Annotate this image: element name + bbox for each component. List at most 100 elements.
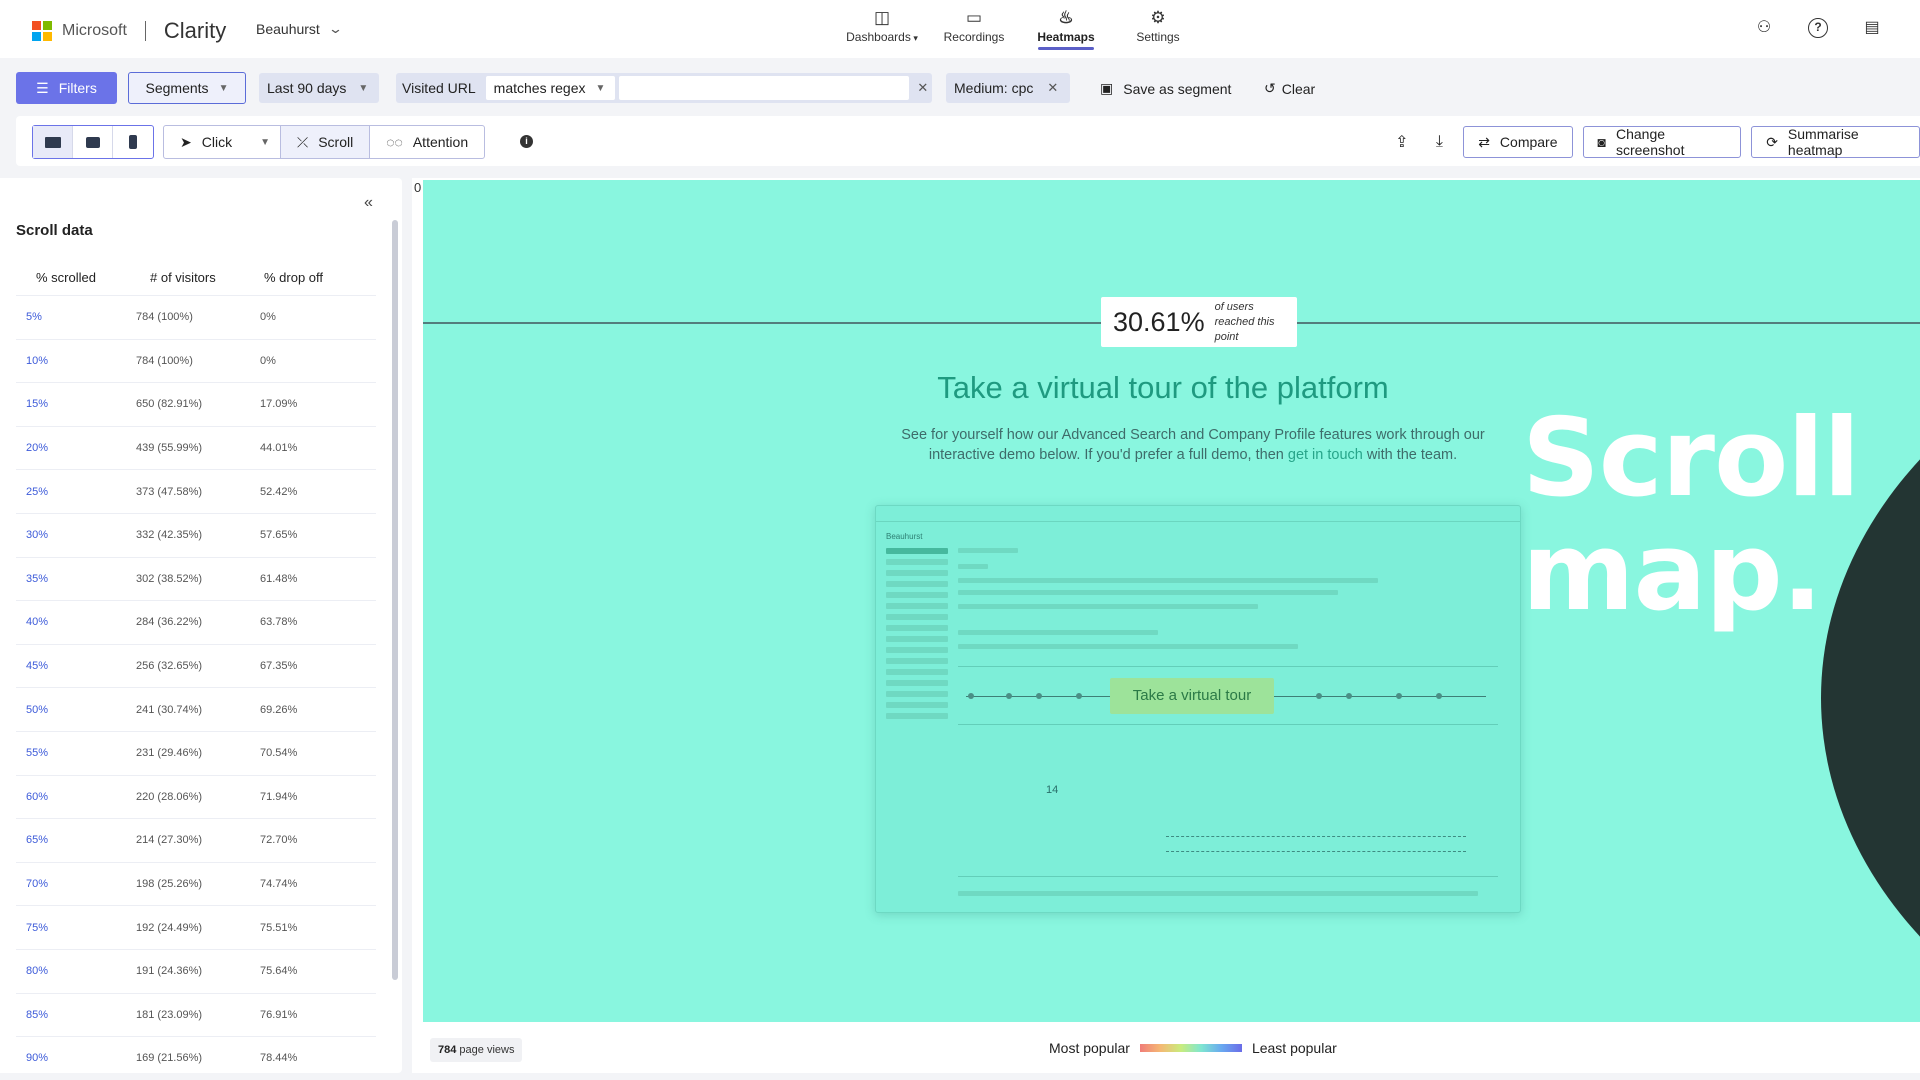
table-row: 15% 650 (82.91%) 17.09% <box>16 383 376 427</box>
active-tab-indicator <box>1038 47 1094 50</box>
page-subtext: See for yourself how our Advanced Search… <box>873 425 1513 465</box>
chevron-down-icon: ▼ <box>218 82 229 94</box>
scroll-mode-button[interactable]: ⤫ Scroll <box>280 126 371 158</box>
cell-dropoff: 57.65% <box>260 529 298 542</box>
help-icon[interactable]: ? <box>1808 18 1828 38</box>
cell-dropoff: 75.64% <box>260 965 298 978</box>
tablet-device-button[interactable] <box>73 126 113 158</box>
nav-recordings[interactable]: ▭ Recordings <box>928 8 1020 50</box>
nav-settings[interactable]: ⚙ Settings <box>1112 8 1204 50</box>
close-icon[interactable]: ✕ <box>917 80 928 96</box>
account-settings-icon[interactable]: ⚇ <box>1754 18 1774 38</box>
click-mode-label: Click <box>201 134 233 150</box>
main-nav: ◫ Dashboards ▾ ▭ Recordings ♨ Heatmaps ⚙… <box>836 8 1204 50</box>
legend-most: Most popular <box>1049 1040 1130 1056</box>
cell-dropoff: 52.42% <box>260 485 298 498</box>
segments-button[interactable]: Segments ▼ <box>128 72 246 104</box>
cell-scrolled[interactable]: 25% <box>16 486 136 498</box>
header-dropoff[interactable]: % drop off <box>260 270 376 285</box>
table-row: 80% 191 (24.36%) 75.64% <box>16 950 376 994</box>
table-row: 40% 284 (36.22%) 63.78% <box>16 601 376 645</box>
cell-dropoff: 67.35% <box>260 660 298 673</box>
get-in-touch-link[interactable]: get in touch <box>1288 447 1363 463</box>
cell-scrolled[interactable]: 60% <box>16 791 136 803</box>
nav-dashboards[interactable]: ◫ Dashboards ▾ <box>836 8 928 50</box>
popularity-legend: Most popular Least popular <box>1049 1040 1337 1056</box>
scroll-mode-label: Scroll <box>318 134 354 150</box>
filters-button[interactable]: ☰ Filters <box>16 72 117 104</box>
tablet-icon <box>85 136 100 148</box>
cell-scrolled[interactable]: 50% <box>16 704 136 716</box>
brand-microsoft: Microsoft <box>62 22 127 39</box>
mobile-device-button[interactable] <box>113 126 153 158</box>
cell-scrolled[interactable]: 45% <box>16 660 136 672</box>
cell-dropoff: 72.70% <box>260 834 298 847</box>
cell-scrolled[interactable]: 10% <box>16 355 136 367</box>
medium-chip[interactable]: Medium: cpc ✕ <box>946 73 1070 103</box>
date-range-chip[interactable]: Last 90 days ▼ <box>259 73 379 103</box>
info-icon[interactable]: i <box>520 135 533 148</box>
desktop-device-button[interactable] <box>33 126 73 158</box>
clear-button[interactable]: ↺ Clear <box>1264 80 1315 97</box>
cell-scrolled[interactable]: 20% <box>16 442 136 454</box>
cell-scrolled[interactable]: 75% <box>16 922 136 934</box>
share-icon[interactable]: ⇪ <box>1388 125 1416 159</box>
panel-title: Scroll data <box>16 222 93 239</box>
url-value-input[interactable] <box>619 76 910 100</box>
collapse-panel-icon[interactable]: « <box>364 194 373 212</box>
visited-url-chip: Visited URL matches regex ▼ ✕ <box>396 73 932 103</box>
cell-scrolled[interactable]: 80% <box>16 965 136 977</box>
download-icon[interactable]: ⤓ <box>1426 125 1454 159</box>
cell-scrolled[interactable]: 65% <box>16 834 136 846</box>
cell-scrolled[interactable]: 90% <box>16 1052 136 1064</box>
brand-app-name: Clarity <box>163 18 227 43</box>
cell-scrolled[interactable]: 40% <box>16 616 136 628</box>
cell-scrolled[interactable]: 30% <box>16 529 136 541</box>
cell-scrolled[interactable]: 15% <box>16 398 136 410</box>
summarise-heatmap-button[interactable]: ⟳ Summarise heatmap <box>1751 126 1920 158</box>
table-row: 30% 332 (42.35%) 57.65% <box>16 514 376 558</box>
cell-dropoff: 17.09% <box>260 398 298 411</box>
promo-line-1: Scroll <box>1522 396 1860 521</box>
demo-screenshot: Beauhurst Take a virtual tour 14 <box>875 505 1521 913</box>
cell-visitors: 650 (82.91%) <box>136 398 203 411</box>
click-mode-button[interactable]: ➤ Click ▼ <box>164 126 281 158</box>
demo-dot <box>1076 693 1082 699</box>
table-row: 5% 784 (100%) 0% <box>16 296 376 340</box>
demo-line <box>958 564 988 569</box>
url-condition-select[interactable]: matches regex ▼ <box>485 76 616 100</box>
cursor-icon: ➤ <box>180 133 192 150</box>
cell-scrolled[interactable]: 55% <box>16 747 136 759</box>
chevron-down-icon: ▾ <box>910 33 918 43</box>
demo-divider <box>958 666 1498 667</box>
cell-visitors: 198 (25.26%) <box>136 878 203 891</box>
cell-dropoff: 75.51% <box>260 921 298 934</box>
compare-button[interactable]: ⇄ Compare <box>1463 126 1573 158</box>
demo-brand: Beauhurst <box>886 532 923 541</box>
document-icon[interactable]: ▤ <box>1862 18 1882 38</box>
project-selector[interactable]: Beauhurst ⌄ <box>256 21 343 37</box>
cell-dropoff: 0% <box>260 311 276 324</box>
cell-scrolled[interactable]: 5% <box>16 311 136 323</box>
header-scrolled[interactable]: % scrolled <box>16 270 136 285</box>
virtual-tour-button[interactable]: Take a virtual tour <box>1110 678 1274 714</box>
save-segment-button[interactable]: ▣ Save as segment <box>1100 80 1231 97</box>
swap-icon: ⇄ <box>1478 133 1490 150</box>
cell-scrolled[interactable]: 85% <box>16 1009 136 1021</box>
close-icon[interactable]: ✕ <box>1047 80 1058 96</box>
demo-line <box>958 578 1378 583</box>
nav-heatmaps[interactable]: ♨ Heatmaps <box>1020 8 1112 50</box>
brand[interactable]: Microsoft Clarity <box>32 18 226 44</box>
glasses-icon: ◌◌ <box>386 134 403 150</box>
change-screenshot-button[interactable]: ◙ Change screenshot <box>1582 126 1742 158</box>
panel-scrollbar[interactable] <box>392 220 398 980</box>
change-screenshot-label: Change screenshot <box>1615 126 1685 158</box>
cell-scrolled[interactable]: 35% <box>16 573 136 585</box>
attention-mode-button[interactable]: ◌◌ Attention <box>370 126 484 158</box>
filter-icon: ☰ <box>36 79 49 96</box>
legend-gradient <box>1139 1044 1242 1052</box>
nav-dashboards-label: Dashboards <box>846 30 911 44</box>
cell-scrolled[interactable]: 70% <box>16 878 136 890</box>
header-visitors[interactable]: # of visitors <box>136 270 260 285</box>
filter-row: ☰ Filters Segments ▼ Last 90 days ▼ Visi… <box>0 70 1920 106</box>
